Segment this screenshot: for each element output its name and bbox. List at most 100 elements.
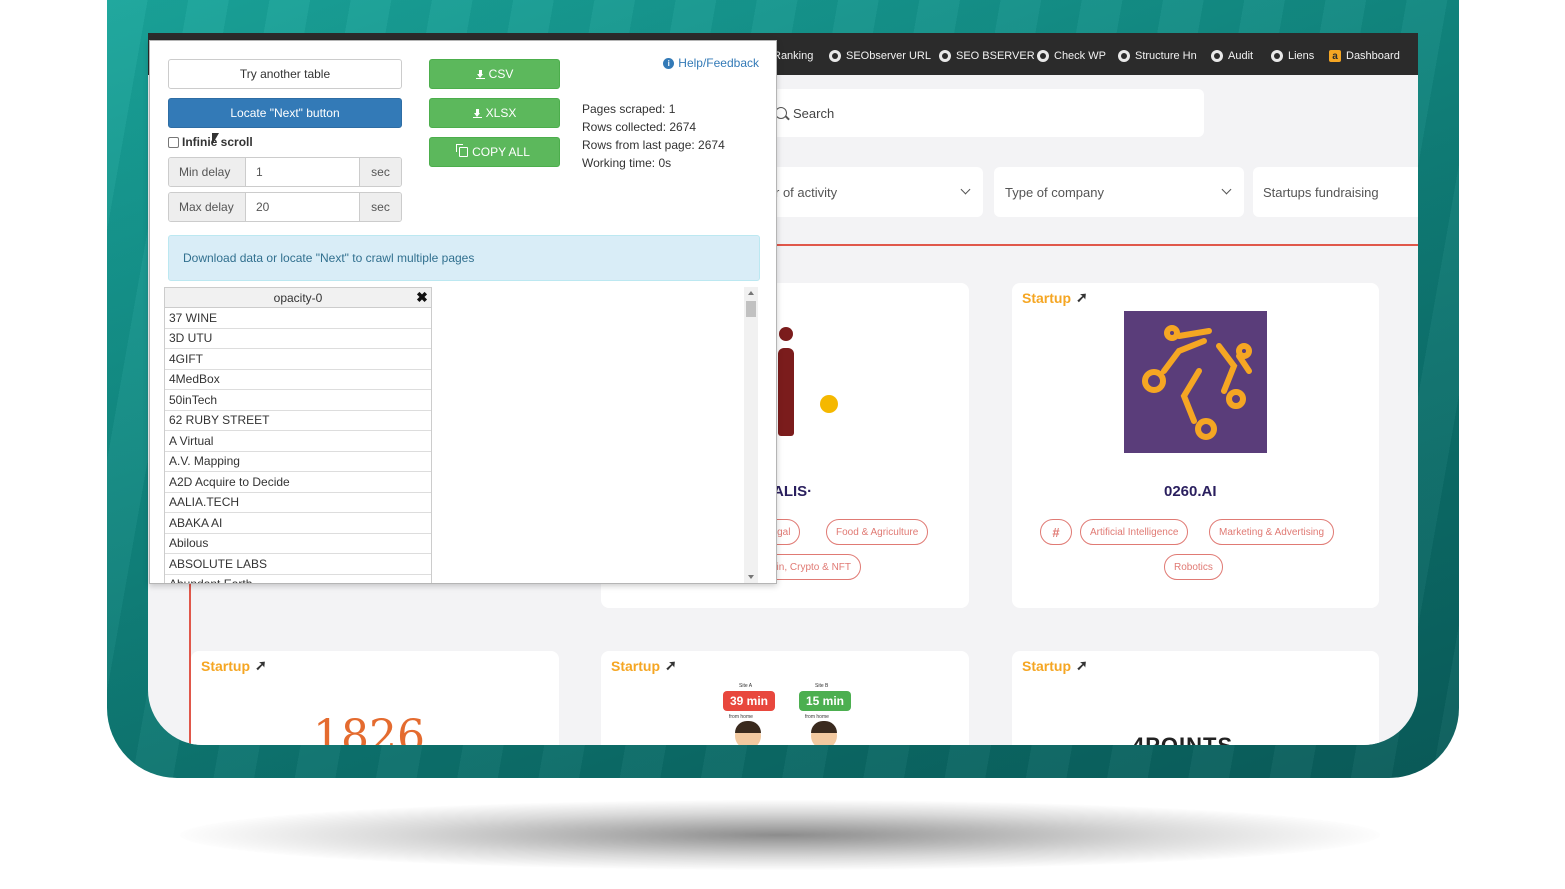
bookmark-check-wp[interactable]: Check WP <box>1037 49 1106 63</box>
rocket-icon: ➚ <box>1076 657 1088 673</box>
column-header: opacity-0 ✖ <box>165 288 431 308</box>
info-icon: i <box>663 57 675 69</box>
startup-label: Startup ➚ <box>201 657 267 674</box>
globe-icon <box>1271 50 1283 62</box>
filter-label: Type of company <box>1005 184 1104 200</box>
rows-collected: Rows collected: 2674 <box>582 120 697 134</box>
table-scraper-popup: Try another table Locate "Next" button I… <box>149 40 777 584</box>
close-icon[interactable]: ✖ <box>415 290 429 304</box>
stage: Ranking SEObserver URL SEO BSERVER Check… <box>0 0 1565 889</box>
company-card-4points[interactable]: Startup ➚ 4POINTS <box>1012 651 1379 745</box>
category-tag[interactable]: Marketing & Advertising <box>1209 519 1335 545</box>
filter-label: r of activity <box>775 184 838 200</box>
globe-icon <box>1037 50 1049 62</box>
min-delay-group: Min delay 1 sec <box>168 157 402 187</box>
person-b-hair <box>811 721 837 733</box>
label-part: Infini <box>182 135 211 149</box>
startup-text: Startup <box>611 657 660 674</box>
bookmark-label: Audit <box>1228 50 1254 62</box>
bookmark-seo-bserver[interactable]: SEO BSERVER <box>939 49 1035 63</box>
table-row: 37 WINE <box>165 308 431 329</box>
unit-label: sec <box>359 193 401 221</box>
company-logo-text: 1826 <box>313 711 425 745</box>
button-label: XLSX <box>485 106 517 120</box>
category-tag[interactable]: Artificial Intelligence <box>1080 519 1189 545</box>
csv-download-button[interactable]: CSV <box>429 59 560 89</box>
button-label: Locate "Next" button <box>230 106 340 120</box>
rocket-icon: ➚ <box>1076 289 1088 305</box>
scroll-thumb[interactable] <box>746 301 756 317</box>
table-scrollbar[interactable] <box>744 287 758 583</box>
device-shadow <box>180 800 1380 870</box>
company-name: ALIS· <box>773 483 813 500</box>
company-card-commute[interactable]: Startup ➚ Site A 39 min from home Site B … <box>601 651 969 745</box>
try-another-table-button[interactable]: Try another table <box>168 59 402 89</box>
table-row: 4MedBox <box>165 370 431 390</box>
alert-text: Download data or locate "Next" to crawl … <box>183 251 475 265</box>
table-row: A2D Acquire to Decide <box>165 472 431 493</box>
button-label: CSV <box>488 67 514 81</box>
unit-label: sec <box>359 158 401 186</box>
scroll-up-arrow-icon[interactable] <box>748 291 754 295</box>
column-header-label: opacity-0 <box>273 290 323 305</box>
max-delay-group: Max delay 20 sec <box>168 192 402 222</box>
checkbox-box[interactable] <box>168 136 179 148</box>
hashtag-tag[interactable]: # <box>1040 519 1072 545</box>
help-feedback-link[interactable]: i Help/Feedback <box>663 56 759 70</box>
bookmark-label: SEObserver URL <box>846 50 931 62</box>
button-label: Try another table <box>239 67 331 81</box>
bookmark-dashboard[interactable]: a Dashboard <box>1329 49 1400 63</box>
person-a-hair <box>735 721 761 733</box>
filter-sector-of-activity[interactable]: r of activity <box>763 167 983 217</box>
company-card-0260ai[interactable]: Startup ➚ 0260.AI # Artificial Intelligen… <box>1012 283 1379 608</box>
bookmark-audit[interactable]: Audit <box>1211 49 1253 63</box>
startup-text: Startup <box>1022 657 1071 674</box>
table-row: A.V. Mapping <box>165 452 431 472</box>
bookmark-structure-hn[interactable]: Structure Hn <box>1118 49 1197 63</box>
table-column: opacity-0 ✖ 37 WINE 3D UTU 4GIFT 4MedBox 50i… <box>164 287 432 583</box>
filter-type-of-company[interactable]: Type of company <box>994 167 1244 217</box>
category-tag[interactable]: Robotics <box>1164 554 1223 580</box>
startup-label: Startup ➚ <box>1022 657 1088 674</box>
locate-next-button[interactable]: Locate "Next" button <box>168 98 402 128</box>
category-tag[interactable]: Food & Agriculture <box>826 519 929 545</box>
bookmark-label: Structure Hn <box>1135 50 1197 62</box>
startup-text: Startup <box>1022 289 1071 306</box>
download-icon <box>475 69 485 79</box>
from-home-label: from home <box>729 714 753 720</box>
globe-icon <box>829 50 841 62</box>
table-row: ABAKA AI <box>165 513 431 534</box>
max-delay-input[interactable]: 20 <box>246 193 359 221</box>
bookmark-seobserver-url[interactable]: SEObserver URL <box>829 49 931 63</box>
infinite-scroll-checkbox[interactable]: Infinie scroll <box>168 135 253 149</box>
startup-text: Startup <box>201 657 250 674</box>
from-home-label: from home <box>805 714 829 720</box>
bookmark-ranking[interactable]: Ranking <box>773 49 813 63</box>
scroll-down-arrow-icon[interactable] <box>748 575 754 579</box>
logo-dot <box>820 395 838 413</box>
data-preview-table: opacity-0 ✖ 37 WINE 3D UTU 4GIFT 4MedBox 50i… <box>164 287 770 583</box>
info-alert: Download data or locate "Next" to crawl … <box>168 235 760 281</box>
bookmark-liens[interactable]: Liens <box>1271 49 1314 63</box>
table-row: 50inTech <box>165 390 431 411</box>
bookmark-label: Liens <box>1288 50 1315 62</box>
min-delay-input[interactable]: 1 <box>246 158 359 186</box>
bottle-shape <box>778 348 794 436</box>
filter-label: Startups fundraising <box>1263 184 1379 200</box>
xlsx-download-button[interactable]: XLSX <box>429 98 560 128</box>
mouse-cursor-icon <box>212 133 219 145</box>
bookmark-label: SEO BSERVER <box>956 50 1035 62</box>
copy-all-button[interactable]: COPY ALL <box>429 137 560 167</box>
bottle-cap-shape <box>779 327 793 341</box>
company-logo-text: 4POINTS <box>1132 733 1233 745</box>
table-row: 4GIFT <box>165 349 431 370</box>
company-name: 0260.AI <box>1164 483 1217 500</box>
site-search-input[interactable]: Search <box>763 89 1204 137</box>
filter-startups-fundraising[interactable]: Startups fundraising <box>1253 167 1418 217</box>
table-row: Abilous <box>165 534 431 554</box>
search-placeholder: Search <box>793 105 835 121</box>
min-delay-label: Min delay <box>169 158 246 186</box>
company-card-1826[interactable]: Startup ➚ 1826 <box>191 651 559 745</box>
globe-icon <box>1211 50 1223 62</box>
link-label: Help/Feedback <box>678 56 759 70</box>
